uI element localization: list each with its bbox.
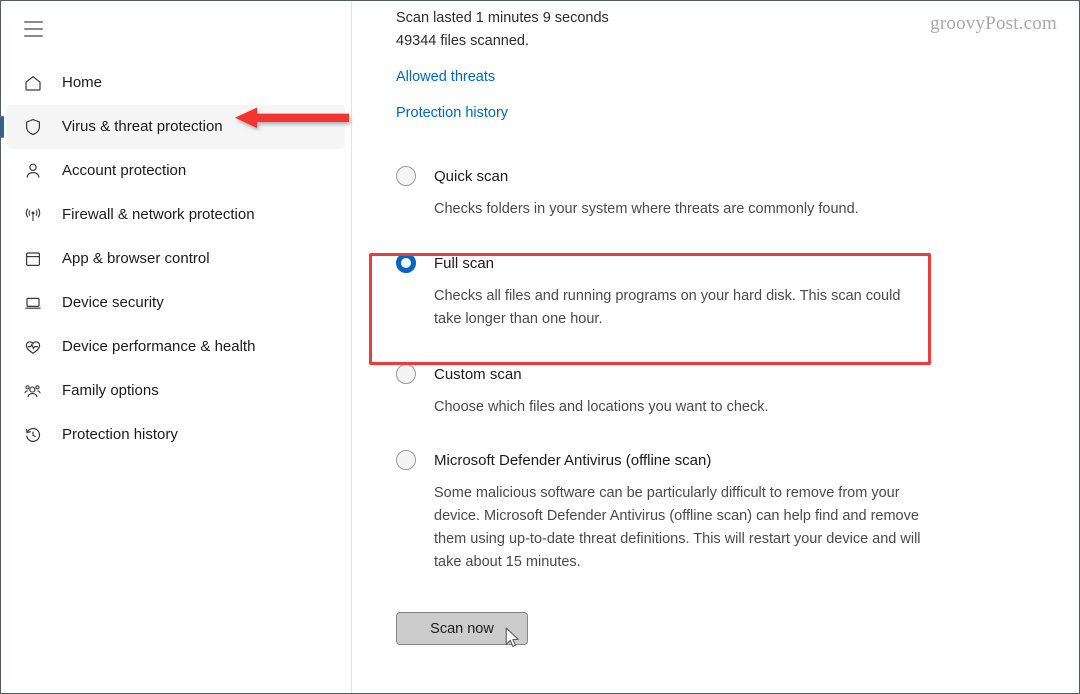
protection-history-link[interactable]: Protection history: [396, 103, 508, 123]
scan-option-description: Checks all files and running programs on…: [434, 288, 901, 327]
hamburger-line: [23, 28, 43, 30]
hamburger-icon[interactable]: [11, 9, 55, 49]
scan-option-description: Checks folders in your system where thre…: [434, 201, 859, 217]
scan-option-full-head[interactable]: Full scan: [396, 248, 1079, 278]
people-icon: [22, 380, 44, 402]
person-icon: [22, 160, 44, 182]
scan-option-offline-head[interactable]: Microsoft Defender Antivirus (offline sc…: [396, 445, 1079, 475]
home-icon: [22, 72, 44, 94]
watermark: groovyPost.com: [930, 13, 1057, 34]
sidebar-item-label: Virus & threat protection: [62, 118, 223, 135]
sidebar-item-virus-threat-protection[interactable]: Virus & threat protection: [1, 105, 345, 149]
sidebar-item-label: Protection history: [62, 426, 178, 443]
history-icon: [22, 424, 44, 446]
sidebar-item-label: Account protection: [62, 162, 187, 179]
scan-option-custom[interactable]: Custom scan Choose which files and locat…: [396, 359, 1079, 419]
radio-offline-scan[interactable]: [396, 450, 416, 470]
sidebar-item-protection-history[interactable]: Protection history: [7, 413, 345, 457]
heartbeat-icon: [22, 336, 44, 358]
radio-custom-scan[interactable]: [396, 364, 416, 384]
laptop-icon: [22, 292, 44, 314]
sidebar-item-label: Family options: [62, 382, 159, 399]
sidebar-item-label: App & browser control: [62, 250, 210, 267]
sidebar-item-account-protection[interactable]: Account protection: [7, 149, 345, 193]
scan-option-custom-head[interactable]: Custom scan: [396, 359, 1079, 389]
scan-now-button[interactable]: Scan now: [396, 612, 528, 645]
scan-option-label: Custom scan: [434, 365, 522, 383]
sidebar-item-label: Home: [62, 74, 103, 91]
window-icon: [22, 248, 44, 270]
sidebar-item-family-options[interactable]: Family options: [7, 369, 345, 413]
sidebar-item-label: Device performance & health: [62, 338, 256, 355]
scan-option-label: Quick scan: [434, 167, 509, 185]
scan-option-offline[interactable]: Microsoft Defender Antivirus (offline sc…: [396, 445, 1079, 574]
scan-option-description: Choose which files and locations you wan…: [434, 399, 769, 415]
scan-option-description: Some malicious software can be particula…: [434, 485, 921, 570]
scan-option-label: Microsoft Defender Antivirus (offline sc…: [434, 451, 712, 469]
hamburger-line: [23, 35, 43, 37]
windows-security-window: Home Virus & threat protection Account p…: [0, 0, 1080, 694]
scan-option-label: Full scan: [434, 254, 495, 272]
allowed-threats-link[interactable]: Allowed threats: [396, 67, 495, 87]
radio-quick-scan[interactable]: [396, 166, 416, 186]
sidebar-item-label: Firewall & network protection: [62, 206, 255, 223]
sidebar-item-device-performance-health[interactable]: Device performance & health: [7, 325, 345, 369]
main-content: groovyPost.com No current threats. Scan …: [352, 1, 1079, 693]
sidebar-item-label: Device security: [62, 294, 164, 311]
scan-option-quick[interactable]: Quick scan Checks folders in your system…: [396, 161, 1079, 221]
links-group: Allowed threats Protection history: [396, 67, 1079, 139]
shield-icon: [22, 116, 44, 138]
scan-options-group: Quick scan Checks folders in your system…: [396, 161, 1079, 645]
wifi-icon: [22, 204, 44, 226]
sidebar-item-firewall-network-protection[interactable]: Firewall & network protection: [7, 193, 345, 237]
sidebar-item-home[interactable]: Home: [7, 61, 345, 105]
radio-full-scan[interactable]: [396, 253, 416, 273]
scan-option-full[interactable]: Full scan Checks all files and running p…: [396, 248, 1079, 331]
hamburger-line: [23, 21, 43, 23]
sidebar-item-app-browser-control[interactable]: App & browser control: [7, 237, 345, 281]
scan-option-quick-head[interactable]: Quick scan: [396, 161, 1079, 191]
sidebar-item-device-security[interactable]: Device security: [7, 281, 345, 325]
sidebar: Home Virus & threat protection Account p…: [1, 1, 352, 693]
sidebar-nav: Home Virus & threat protection Account p…: [1, 61, 351, 457]
